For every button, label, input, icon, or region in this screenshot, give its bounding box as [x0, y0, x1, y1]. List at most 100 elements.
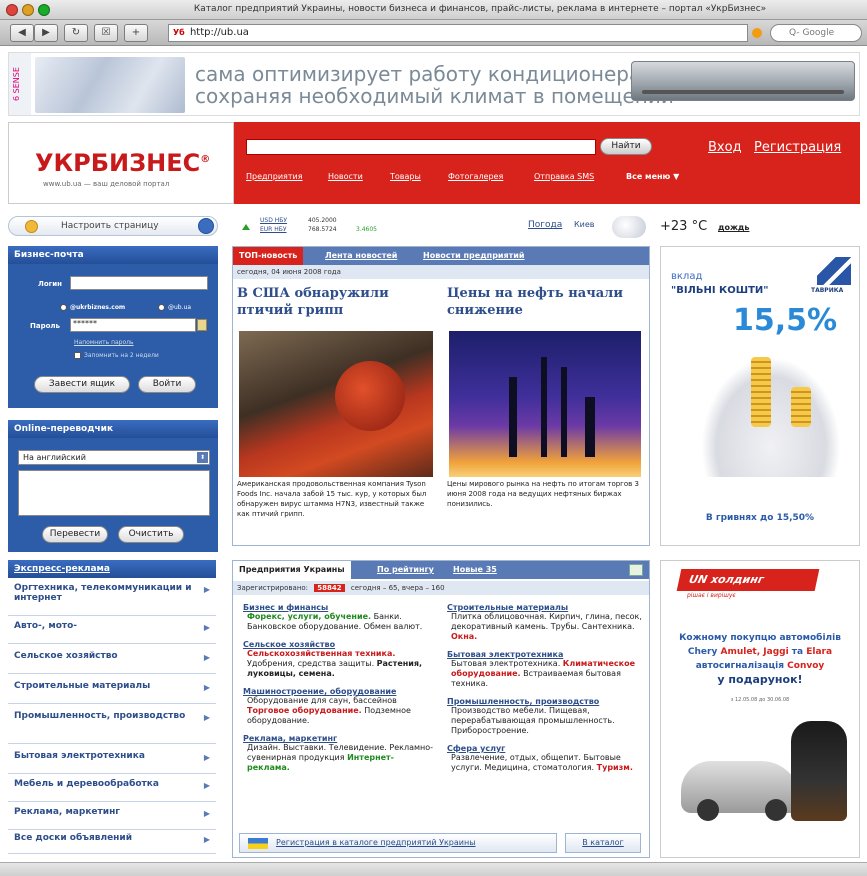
catalog-section-title[interactable]: Бизнес и финансы	[243, 603, 433, 612]
catalog-subcategory[interactable]: Производство мебели. Пищевая, перерабаты…	[451, 706, 615, 735]
tab-by-rating[interactable]: По рейтингу	[371, 561, 440, 579]
register-in-catalog-button[interactable]: Регистрация в каталоге предприятий Украи…	[239, 833, 557, 853]
story1-text: Американская продовольственная компания …	[237, 480, 427, 518]
catalog-subcategory[interactable]: Удобрения, средства защиты.	[247, 659, 374, 668]
category-auto[interactable]: Авто-, мото- ▶	[8, 618, 216, 644]
catalog-subcategory[interactable]: Сельскохозяйственная техника.	[247, 649, 395, 658]
catalog-section-title[interactable]: Бытовая электротехника	[447, 650, 643, 659]
domain-radio-2[interactable]	[158, 304, 165, 311]
catalog-section-title[interactable]: Реклама, маркетинг	[243, 734, 433, 743]
catalog-subcategory[interactable]: Бытовая электротехника.	[451, 659, 560, 668]
usd-value: 405.2000	[308, 217, 337, 224]
login-link[interactable]: Вход	[708, 140, 742, 155]
ad1-rate: 15,5%	[733, 303, 838, 338]
city-select[interactable]: Киев	[574, 220, 595, 229]
category-office[interactable]: Оргтехника, телекоммуникации и интернет ▶	[8, 580, 216, 616]
nav-gallery[interactable]: Фотогалерея	[448, 172, 503, 181]
catalog-right-column: Строительные материалы Плитка облицовочна…	[447, 603, 643, 781]
nav-goods[interactable]: Товары	[390, 172, 421, 181]
google-search-input[interactable]: Q- Google	[770, 24, 862, 42]
translate-textarea[interactable]	[18, 470, 210, 516]
domain-radio-1[interactable]	[60, 304, 67, 311]
tab-ukraine-companies[interactable]: Предприятия Украины	[233, 561, 351, 579]
catalog-subcategory[interactable]: Развлечение, отдых, обще­пит. Бытовые ус…	[451, 753, 621, 772]
express-ads-title[interactable]: Экспресс-реклама	[8, 560, 216, 578]
tab-new-35[interactable]: Новые 35	[447, 561, 503, 579]
catalog-subcategory[interactable]: Форекс, услуги, обучение.	[247, 612, 371, 621]
catalog-subcategory[interactable]: Оборудование для саун, бассейнов	[247, 696, 397, 705]
stop-button[interactable]: ☒	[94, 24, 118, 42]
site-logo[interactable]: УКРБИЗНЕС® www.ub.ua — ваш деловой порта…	[8, 122, 234, 204]
weather-condition[interactable]: дождь	[718, 223, 749, 232]
nav-news[interactable]: Новости	[328, 172, 363, 181]
language-select[interactable]: На английский ⬍	[18, 450, 210, 465]
minimize-window-icon[interactable]	[22, 4, 34, 16]
nav-all-menu[interactable]: Все меню ▼	[626, 172, 679, 181]
back-arrow-icon: ◀	[18, 27, 26, 38]
forward-button[interactable]: ▶	[34, 24, 58, 42]
remember-checkbox[interactable]	[74, 352, 81, 359]
catalog-subcategory[interactable]: Торговое оборудование.	[247, 706, 362, 715]
address-bar[interactable]: Уб http://ub.ua	[168, 24, 748, 42]
create-mailbox-button[interactable]: Завести ящик	[34, 376, 130, 393]
refresh-icon[interactable]	[198, 218, 214, 234]
nav-sms[interactable]: Отправка SMS	[534, 172, 594, 181]
find-button[interactable]: Найти	[600, 138, 652, 155]
forgot-password-link[interactable]: Напомнить пароль	[74, 339, 134, 346]
story1-headline[interactable]: В США обнаружили птичий грипп	[237, 285, 435, 319]
customize-page-bar[interactable]: Настроить страницу	[8, 216, 218, 236]
usd-label[interactable]: USD НБУ	[260, 217, 287, 224]
category-industry[interactable]: Промышленность, производство ▶	[8, 708, 216, 744]
close-window-icon[interactable]	[6, 4, 18, 16]
catalog-subcategory[interactable]: Туризм.	[597, 763, 633, 772]
catalog-section-title[interactable]: Промышленность, производство	[447, 697, 643, 706]
tab-company-news[interactable]: Новости предприятий	[417, 247, 531, 265]
back-button[interactable]: ◀	[10, 24, 34, 42]
catalog-section-title[interactable]: Сельское хозяйство	[243, 640, 433, 649]
weather-link[interactable]: Погода	[528, 220, 562, 230]
register-link[interactable]: Регистрация	[754, 140, 841, 155]
top-ad-banner[interactable]: 6 SENSE сама оптимизирует работу кондици…	[8, 52, 860, 116]
catalog-left-column: Бизнес и финансы Форекс, услуги, обучение…	[243, 603, 433, 781]
car-alarm-ad[interactable]: UN холдинг рішає і вирішує Кожному покуп…	[660, 560, 860, 858]
oil-refinery-photo[interactable]	[449, 331, 641, 477]
category-furniture[interactable]: Мебель и деревообработка ▶	[8, 776, 216, 802]
password-input[interactable]: ******	[70, 318, 196, 332]
nav-enterprises[interactable]: Предприятия	[246, 172, 303, 181]
dog-image	[791, 721, 847, 821]
tab-top-news[interactable]: ТОП-новость	[233, 247, 304, 265]
to-catalog-button[interactable]: В каталог	[565, 833, 641, 853]
keyboard-icon[interactable]	[197, 319, 207, 331]
category-building[interactable]: Строительные материалы ▶	[8, 678, 216, 704]
catalog-section-title[interactable]: Машиностроение, оборудование	[243, 687, 433, 696]
catalog-subcategory[interactable]: Дизайн. Выставки. Телевидение.	[247, 743, 387, 752]
catalog-section-title[interactable]: Строительные материалы	[447, 603, 643, 612]
story2-headline[interactable]: Цены на нефть начали снижение	[447, 285, 645, 319]
chart-icon[interactable]	[629, 564, 643, 576]
add-bookmark-button[interactable]: +	[124, 24, 148, 42]
zoom-window-icon[interactable]	[38, 4, 50, 16]
bank-deposit-ad[interactable]: вклад "ВІЛЬНІ КОШТИ" ТАВРИКА 15,5% В гри…	[660, 246, 860, 546]
stop-icon: ☒	[101, 27, 111, 38]
catalog-subcategory[interactable]: Плитка облицовочная. Кирпич, глина, песо…	[451, 612, 642, 631]
category-appliances[interactable]: Бытовая электротехника ▶	[8, 748, 216, 774]
tab-news-feed[interactable]: Лента новостей	[319, 247, 403, 265]
catalog-subcategory[interactable]: Окна.	[451, 632, 477, 641]
rooster-photo[interactable]	[239, 331, 433, 477]
clear-button[interactable]: Очистить	[118, 526, 184, 543]
reload-button[interactable]: ↻	[64, 24, 88, 42]
catalog-section-text: Бытовая электротехника. Климатическое об…	[447, 659, 643, 689]
category-advertising[interactable]: Реклама, маркетинг ▶	[8, 804, 216, 830]
category-all-boards[interactable]: Все доски объявлений ▶	[8, 830, 216, 854]
translate-button[interactable]: Перевести	[42, 526, 108, 543]
ad2-text: Кожному покупцю автомобілів Chery Amulet…	[679, 633, 841, 686]
eur-label[interactable]: EUR НБУ	[260, 226, 287, 233]
login-input[interactable]	[70, 276, 208, 290]
category-agriculture[interactable]: Сельское хозяйство ▶	[8, 648, 216, 674]
rss-icon[interactable]	[752, 28, 762, 38]
mail-login-button[interactable]: Войти	[138, 376, 196, 393]
domain-2: @ub.ua	[168, 304, 191, 311]
window-title: Каталог предприятий Украины, новости биз…	[193, 4, 767, 14]
catalog-section-title[interactable]: Сфера услуг	[447, 744, 643, 753]
site-search-input[interactable]	[246, 139, 596, 155]
